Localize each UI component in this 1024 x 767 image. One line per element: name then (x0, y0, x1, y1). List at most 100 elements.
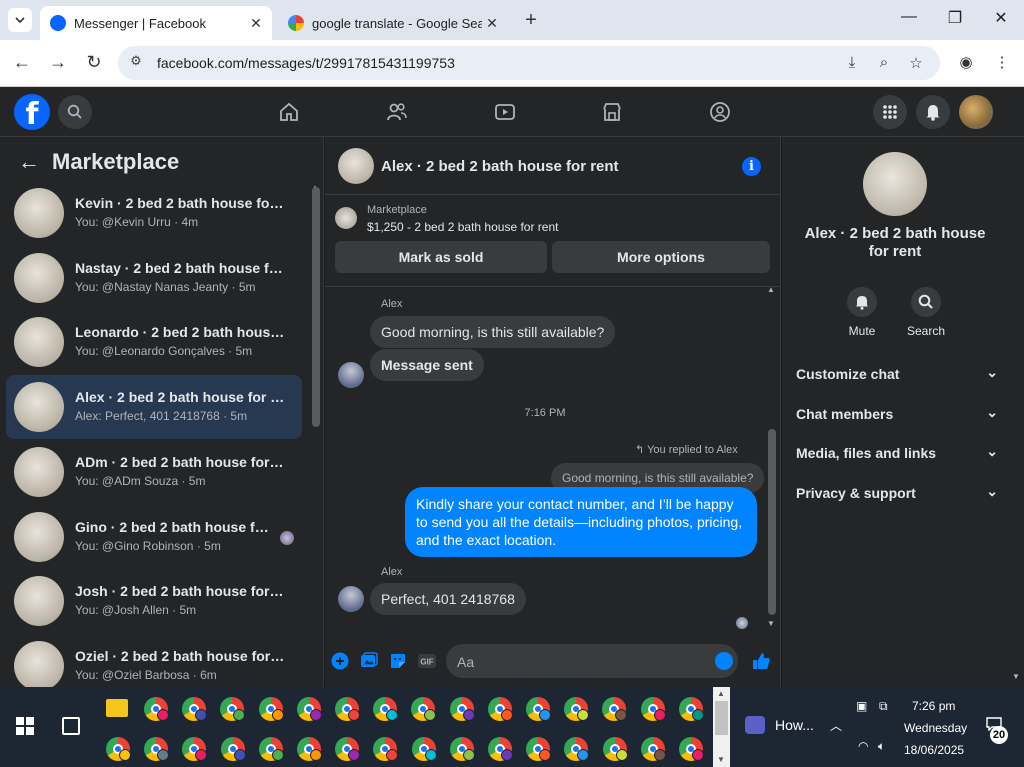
chrome-window-icon[interactable] (373, 737, 399, 761)
mute-button[interactable]: Mute (832, 287, 892, 338)
chrome-window-icon[interactable] (678, 697, 704, 721)
listing-price[interactable]: $1,250 - 2 bed 2 bath house for rent (367, 220, 558, 234)
wifi-icon[interactable]: ◠ (858, 739, 868, 753)
home-nav-button[interactable] (276, 99, 302, 125)
chat-title[interactable]: Alex · 2 bed 2 bath house for rent (381, 158, 619, 175)
meet-now-icon[interactable]: ▣ (856, 699, 867, 713)
thumbs-up-icon[interactable] (751, 651, 771, 671)
clock-day[interactable]: Wednesday (904, 721, 967, 735)
chrome-window-icon[interactable] (144, 737, 170, 761)
gif-icon[interactable]: GIF (417, 651, 437, 671)
browser-menu-icon[interactable]: ⋮ (992, 53, 1012, 71)
sticker-icon[interactable] (388, 651, 408, 671)
chrome-window-icon[interactable] (297, 737, 322, 761)
incoming-message[interactable]: Good morning, is this still available? (370, 316, 616, 348)
notification-center-button[interactable]: 20 (986, 717, 1008, 744)
search-conversation-button[interactable]: Search (896, 287, 956, 338)
chrome-window-icon[interactable] (411, 697, 437, 721)
video-nav-button[interactable] (492, 99, 518, 125)
privacy-support-section[interactable]: Privacy & support ⌄ (796, 483, 998, 501)
customize-chat-section[interactable]: Customize chat ⌄ (796, 364, 998, 382)
chevron-up-icon[interactable]: ︿ (830, 717, 842, 734)
groups-nav-button[interactable] (707, 99, 733, 125)
incoming-message[interactable]: Message sent (370, 349, 484, 381)
taskbar-scrollbar[interactable]: ▲ ▼ (713, 687, 730, 767)
task-view-icon[interactable] (62, 717, 80, 735)
friends-nav-button[interactable] (384, 99, 410, 125)
conversation-item-nastay[interactable]: Nastay · 2 bed 2 bath house for rent You… (6, 246, 302, 310)
conversation-list-scrollbar[interactable] (312, 187, 320, 427)
contact-avatar[interactable] (863, 152, 927, 216)
conversation-item-gino[interactable]: Gino · 2 bed 2 bath house for rent You: … (6, 505, 302, 569)
bookmark-star-icon[interactable]: ☆ (906, 54, 926, 72)
chat-avatar[interactable] (338, 148, 374, 184)
url-field[interactable]: ⚙ facebook.com/messages/t/29917815431199… (118, 46, 940, 80)
close-window-icon[interactable]: ✕ (991, 8, 1011, 28)
minimize-icon[interactable]: — (899, 8, 919, 26)
conversation-item-josh[interactable]: Josh · 2 bed 2 bath house for rent You: … (6, 569, 302, 633)
outgoing-message[interactable]: Kindly share your contact number, and I’… (405, 487, 757, 557)
back-arrow-icon[interactable]: ← (18, 149, 40, 175)
tab-messenger[interactable]: Messenger | Facebook ✕ (40, 6, 272, 40)
incoming-message[interactable]: Perfect, 401 2418768 (370, 583, 526, 615)
chrome-window-icon[interactable] (182, 737, 208, 761)
chrome-window-icon[interactable] (602, 737, 628, 761)
file-explorer-icon[interactable] (106, 699, 128, 717)
windows-start-icon[interactable] (16, 717, 34, 735)
plus-icon[interactable] (330, 651, 350, 671)
back-button[interactable]: ← (11, 52, 33, 73)
chrome-window-icon[interactable] (449, 697, 475, 721)
conversation-item-leonardo[interactable]: Leonardo · 2 bed 2 bath house for rent Y… (6, 310, 302, 374)
chrome-window-icon[interactable] (640, 697, 666, 721)
volume-icon[interactable]: 🔈︎ (878, 739, 885, 754)
chrome-window-icon[interactable] (449, 737, 475, 761)
chrome-window-icon[interactable] (526, 737, 552, 761)
sender-avatar[interactable] (338, 362, 364, 388)
scroll-up-arrow-icon[interactable]: ▲ (717, 689, 725, 698)
photo-icon[interactable] (359, 651, 379, 671)
chrome-window-icon[interactable] (602, 697, 628, 721)
scrollbar-thumb[interactable] (715, 701, 728, 735)
sender-avatar[interactable] (338, 586, 364, 612)
chrome-window-icon[interactable] (564, 697, 590, 721)
chrome-window-icon[interactable] (411, 737, 437, 761)
chat-members-section[interactable]: Chat members ⌄ (796, 404, 998, 422)
chrome-window-icon[interactable] (488, 737, 513, 761)
chrome-window-icon[interactable] (335, 737, 361, 761)
close-tab-icon[interactable]: ✕ (482, 15, 502, 32)
taskbar-app-how[interactable]: How... (745, 716, 814, 734)
info-icon[interactable]: i (742, 157, 761, 176)
clock-date[interactable]: 18/06/2025 (904, 743, 964, 757)
scroll-down-arrow-icon[interactable]: ▼ (717, 755, 725, 764)
more-options-button[interactable]: More options (552, 241, 770, 273)
menu-button[interactable] (873, 95, 907, 129)
install-app-icon[interactable]: ⤓ (842, 54, 862, 71)
marketplace-nav-button[interactable] (599, 99, 625, 125)
chrome-window-icon[interactable] (258, 697, 284, 721)
chrome-window-icon[interactable] (487, 697, 513, 721)
tab-search-button[interactable] (8, 8, 32, 32)
chrome-window-icon[interactable] (220, 737, 246, 761)
chrome-window-icon[interactable] (106, 737, 131, 761)
notifications-button[interactable] (916, 95, 950, 129)
scroll-up-arrow-icon[interactable]: ▲ (767, 285, 775, 294)
chrome-window-icon[interactable] (373, 697, 399, 721)
message-scrollbar[interactable] (768, 429, 776, 615)
new-tab-button[interactable]: + (520, 9, 542, 32)
message-input[interactable]: Aa (446, 644, 738, 678)
capture-icon[interactable]: ⧉ (879, 699, 888, 714)
chrome-window-icon[interactable] (564, 737, 590, 761)
conversation-item-kevin[interactable]: Kevin · 2 bed 2 bath house for rent You:… (6, 181, 302, 245)
mark-as-sold-button[interactable]: Mark as sold (335, 241, 547, 273)
conversation-item-adm[interactable]: ADm · 2 bed 2 bath house for rent You: @… (6, 440, 302, 504)
page-scroll-down-arrow-icon[interactable]: ▼ (1012, 672, 1020, 681)
chrome-window-icon[interactable] (640, 737, 666, 761)
account-avatar[interactable] (959, 95, 993, 129)
zoom-icon[interactable]: ⌕ (874, 54, 894, 71)
chrome-window-icon[interactable] (679, 737, 704, 761)
facebook-logo-icon[interactable]: f (14, 94, 50, 132)
facebook-search-button[interactable] (58, 95, 92, 129)
tab-google-search[interactable]: google translate - Google Search ✕ (278, 6, 508, 40)
emoji-icon[interactable] (715, 652, 733, 670)
close-tab-icon[interactable]: ✕ (246, 15, 266, 32)
